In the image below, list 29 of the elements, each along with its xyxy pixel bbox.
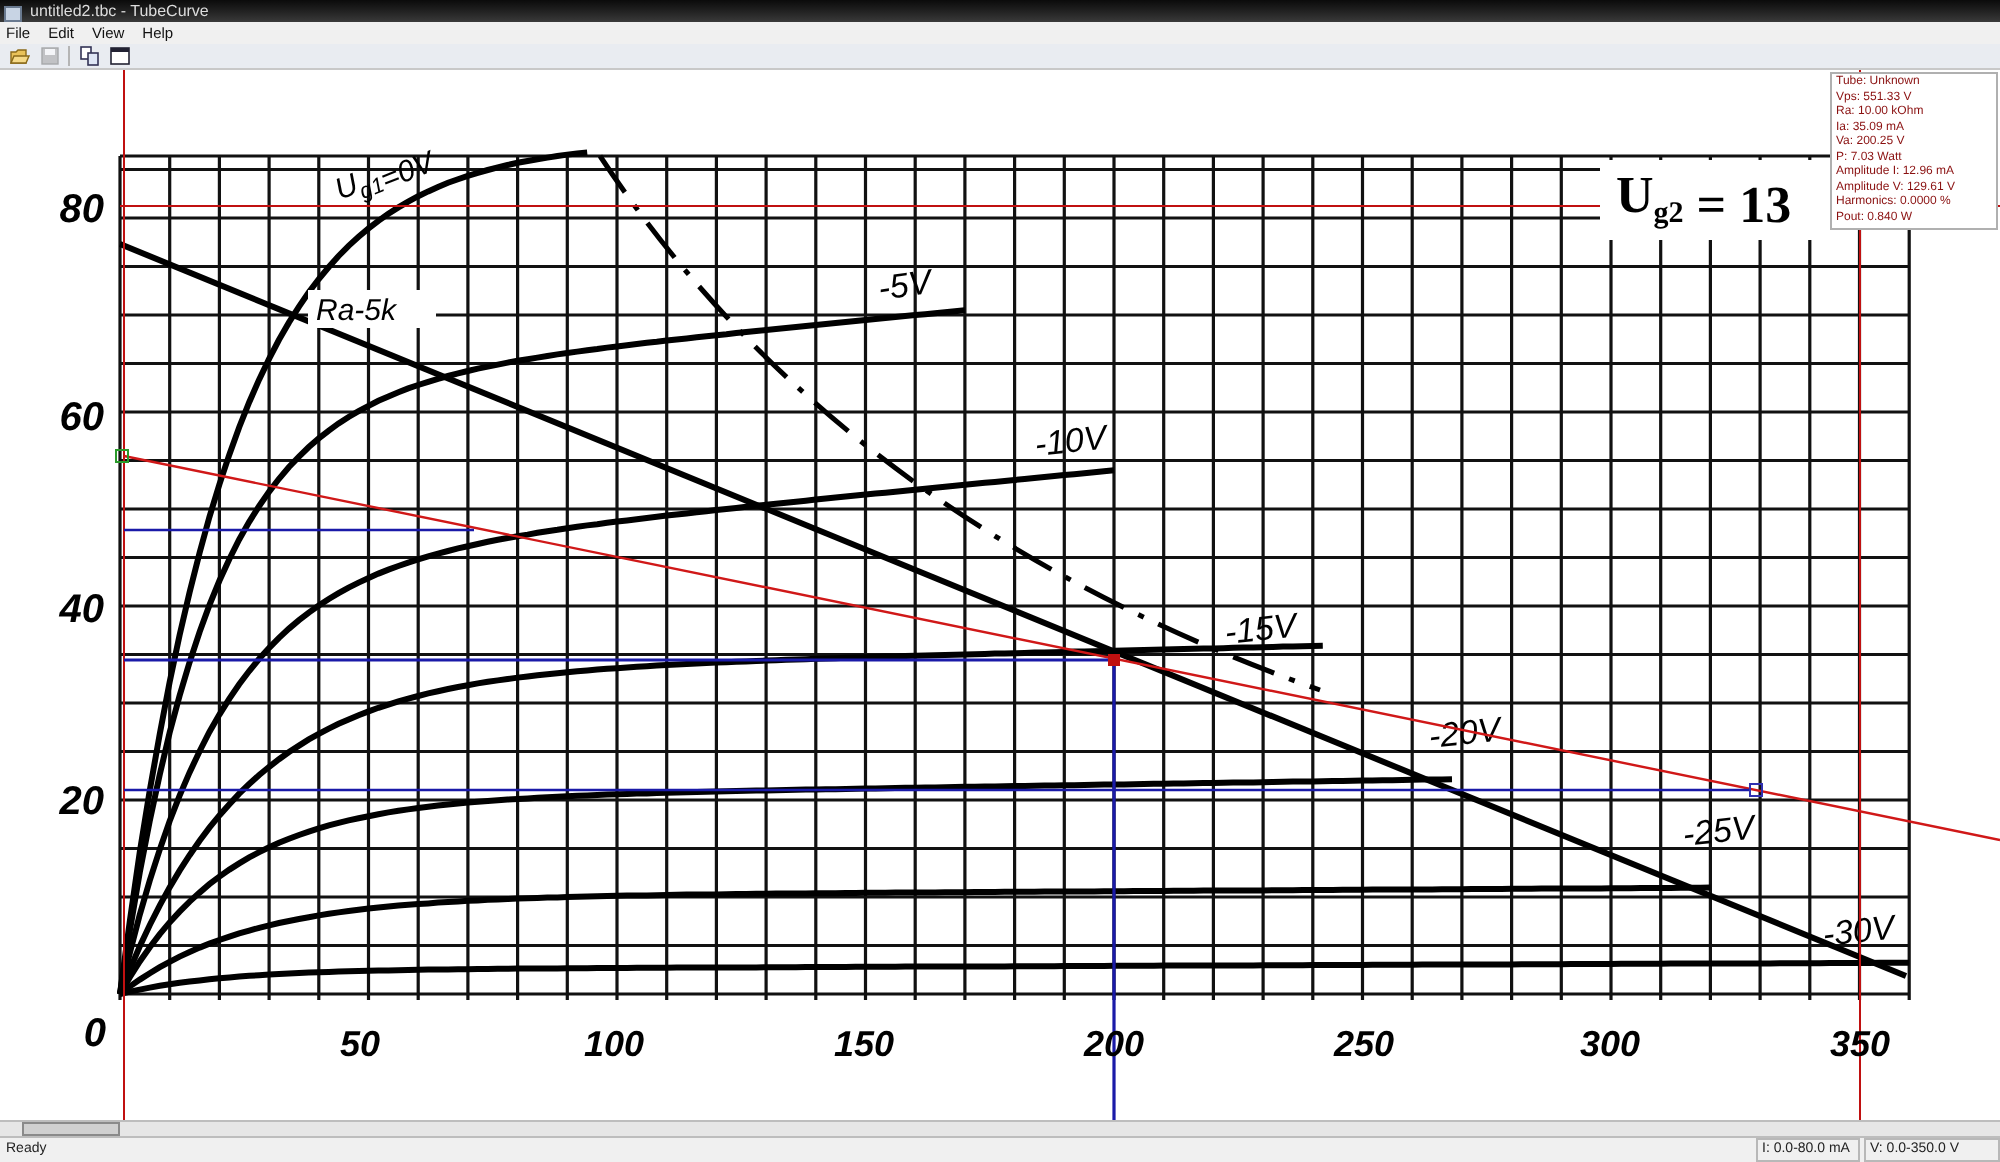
axis-tick-label: 80	[59, 188, 104, 232]
axis-tick-label: 20	[59, 780, 104, 824]
window-title: untitled2.tbc - TubeCurve	[30, 2, 209, 22]
axis-tick-label: 50	[339, 1024, 381, 1064]
axis-tick-label: 0	[83, 1012, 106, 1056]
toolbar-button[interactable]	[78, 45, 100, 67]
curve-label: -30V	[1820, 908, 1897, 954]
app-icon	[4, 6, 22, 22]
handle-marker[interactable]	[1749, 783, 1763, 797]
axis-tick-label: 300	[1579, 1024, 1641, 1064]
curve-label: -10V	[1032, 418, 1109, 464]
curve-label: -15V	[1222, 606, 1299, 652]
window-icon	[109, 46, 129, 66]
toolbar-button[interactable]	[108, 45, 130, 67]
load-line-label: Ra-5k	[316, 294, 397, 328]
horizontal-scrollbar[interactable]	[0, 1120, 2000, 1138]
scrollbar-thumb[interactable]	[22, 1122, 120, 1136]
axis-tick-label: 60	[59, 396, 104, 440]
axis-tick-label: 100	[583, 1024, 645, 1064]
axis-tick-label: 250	[1333, 1024, 1395, 1064]
screen-voltage-label: U$_{g2}$ = 13	[1616, 166, 1792, 234]
handle-marker[interactable]	[1108, 654, 1120, 666]
handle-marker[interactable]	[115, 449, 129, 463]
axis-tick-label: 40	[59, 588, 104, 632]
axis-tick-label: 150	[833, 1024, 895, 1064]
curve-label: -5V	[875, 262, 934, 308]
save-icon	[39, 46, 59, 66]
curve-label: -25V	[1680, 808, 1757, 854]
open-folder-icon	[9, 46, 29, 66]
